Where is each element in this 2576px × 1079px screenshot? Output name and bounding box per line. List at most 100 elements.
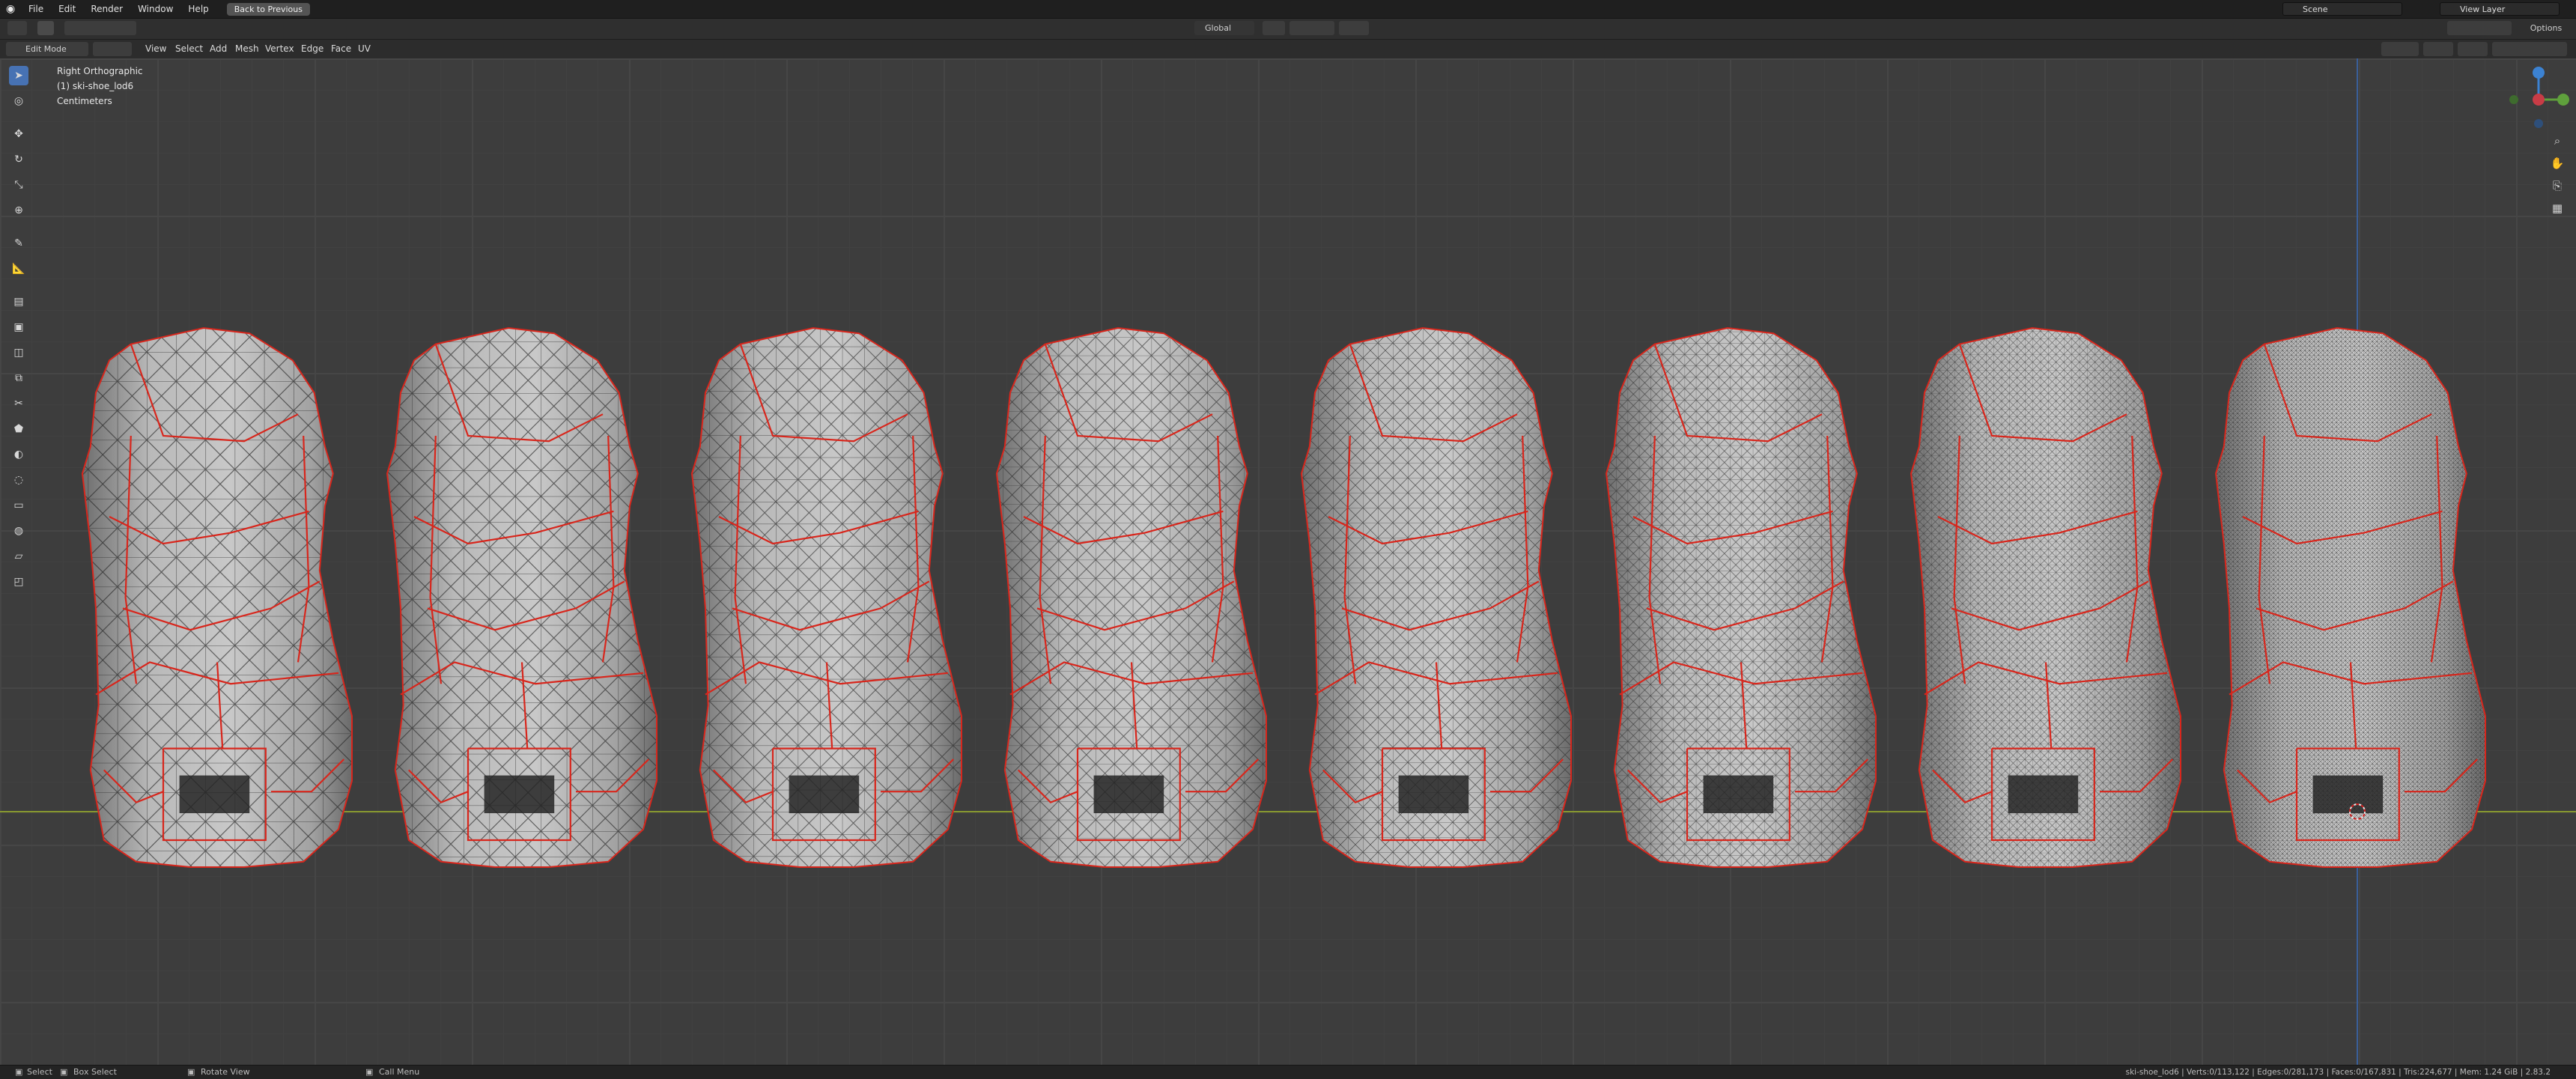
- status-call-menu: Call Menu: [379, 1067, 420, 1077]
- select-box-modes[interactable]: [64, 21, 136, 35]
- move-icon[interactable]: ✥: [9, 124, 28, 144]
- navigation-gizmo[interactable]: [2501, 62, 2576, 137]
- gizmo-y-icon[interactable]: [2557, 94, 2569, 106]
- view-layer-selector[interactable]: View Layer: [2440, 2, 2560, 16]
- transform-icon[interactable]: ⊕: [9, 201, 28, 220]
- scale-icon[interactable]: ⤡: [9, 175, 28, 195]
- scene-label: Scene: [2303, 4, 2328, 14]
- mode-label: Edit Mode: [25, 44, 67, 54]
- tool-shelf: ➤ ◎ ✥ ↻ ⤡ ⊕ ✎ 📐 ▤ ▣ ◫ ⧉ ✂ ⬟ ◐ ◌ ▭ ◍ ▱ ◰: [9, 66, 33, 605]
- status-box-select: Box Select: [73, 1067, 117, 1077]
- shear-icon[interactable]: ▱: [9, 547, 28, 566]
- options-label: Options: [2530, 23, 2563, 33]
- shading-modes[interactable]: [2492, 42, 2567, 56]
- rotate-icon[interactable]: ↻: [9, 150, 28, 169]
- heel-slot: [484, 775, 555, 813]
- scene-selector[interactable]: Scene: [2282, 2, 2402, 16]
- shoe-mesh-lod3[interactable]: [995, 326, 1267, 868]
- menu-select[interactable]: Select: [175, 40, 203, 58]
- camera-icon[interactable]: ⎘: [2548, 176, 2567, 195]
- viewport-header: Edit Mode View Select Add Mesh Vertex Ed…: [0, 40, 2576, 58]
- view-object-types[interactable]: [2381, 42, 2419, 56]
- mouse-right-icon: ▣: [365, 1067, 374, 1077]
- menu-vertex[interactable]: Vertex: [265, 40, 294, 58]
- options-dropdown[interactable]: Options: [2522, 21, 2570, 35]
- shoe-mesh-lod2[interactable]: [690, 326, 962, 868]
- menu-add[interactable]: Add: [210, 40, 227, 58]
- scene-canvas: [0, 58, 2576, 1065]
- tool-settings-bar: Global Options: [0, 19, 2576, 40]
- grid-persp-icon[interactable]: ▦: [2548, 198, 2567, 218]
- edge-slide-icon[interactable]: ▭: [9, 496, 28, 515]
- cursor-select-icon[interactable]: ➤: [9, 66, 28, 85]
- xyz-mirror-buttons[interactable]: [2447, 21, 2512, 35]
- shrink-fatten-icon[interactable]: ◍: [9, 521, 28, 541]
- gizmo-z-icon[interactable]: [2533, 67, 2545, 79]
- gizmo-x-icon[interactable]: [2533, 94, 2545, 106]
- shoe-mesh-lod1[interactable]: [386, 326, 657, 868]
- blender-logo-icon[interactable]: ◉: [6, 3, 21, 15]
- overlay-toggle[interactable]: [2458, 42, 2488, 56]
- select-mode-button[interactable]: [37, 21, 54, 35]
- mouse-left-icon: ▣: [15, 1067, 23, 1077]
- select-element-modes[interactable]: [93, 42, 132, 56]
- shoe-mesh-lod4[interactable]: [1300, 326, 1572, 868]
- smooth-icon[interactable]: ◌: [9, 470, 28, 490]
- menu-face[interactable]: Face: [331, 40, 351, 58]
- menu-edge[interactable]: Edge: [301, 40, 323, 58]
- inset-icon[interactable]: ▣: [9, 317, 28, 337]
- annotate-icon[interactable]: ✎: [9, 234, 28, 253]
- top-menu-bar: ◉ File Edit Render Window Help Back to P…: [0, 0, 2576, 19]
- menu-mesh[interactable]: Mesh: [235, 40, 259, 58]
- shoe-mesh-lod5[interactable]: [1605, 326, 1877, 868]
- knife-icon[interactable]: ✂: [9, 394, 28, 413]
- extrude-icon[interactable]: ▤: [9, 292, 28, 311]
- status-select: Select: [27, 1067, 52, 1077]
- gizmo-toggle[interactable]: [2423, 42, 2453, 56]
- mouse-box-icon: ▣: [60, 1067, 68, 1077]
- menu-uv[interactable]: UV: [358, 40, 371, 58]
- menu-edit[interactable]: Edit: [51, 0, 83, 18]
- menu-window[interactable]: Window: [130, 0, 180, 18]
- heel-slot: [2008, 775, 2079, 813]
- poly-build-icon[interactable]: ⬟: [9, 419, 28, 439]
- menu-help[interactable]: Help: [180, 0, 216, 18]
- heel-slot: [179, 775, 250, 813]
- shoe-mesh-lod0[interactable]: [81, 326, 353, 868]
- transform-orientation-dropdown[interactable]: Global: [1194, 21, 1254, 35]
- view-layer-label: View Layer: [2460, 4, 2506, 14]
- back-to-previous-button[interactable]: Back to Previous: [226, 2, 310, 16]
- zoom-icon[interactable]: ⌕: [2548, 131, 2567, 151]
- snapping-button[interactable]: [1289, 21, 1334, 35]
- heel-slot: [1093, 775, 1164, 813]
- shoe-mesh-lod6[interactable]: [1910, 326, 2181, 868]
- mode-dropdown[interactable]: Edit Mode: [6, 42, 88, 56]
- scene-statistics: ski-shoe_lod6 | Verts:0/113,122 | Edges:…: [2125, 1068, 2551, 1077]
- view-name-label: Right Orthographic: [57, 66, 143, 76]
- shoe-mesh-lod7[interactable]: [2214, 326, 2486, 868]
- spin-icon[interactable]: ◐: [9, 445, 28, 464]
- mouse-middle-icon: ▣: [187, 1067, 195, 1077]
- pivot-point-button[interactable]: [1263, 21, 1285, 35]
- menu-file[interactable]: File: [21, 0, 51, 18]
- heel-slot: [1703, 775, 1774, 813]
- heel-slot: [1398, 775, 1469, 813]
- gizmo-neg-y-icon[interactable]: [2509, 95, 2518, 104]
- proportional-edit-button[interactable]: [1339, 21, 1369, 35]
- object-name-label: (1) ski-shoe_lod6: [57, 81, 134, 91]
- orientation-label: Global: [1205, 23, 1232, 33]
- menu-render[interactable]: Render: [83, 0, 130, 18]
- status-bar: ▣ Select ▣ Box Select ▣ Rotate View ▣ Ca…: [0, 1065, 2576, 1079]
- measure-icon[interactable]: 📐: [9, 259, 28, 279]
- menu-view[interactable]: View: [145, 40, 166, 58]
- 3d-viewport[interactable]: Right Orthographic (1) ski-shoe_lod6 Cen…: [0, 58, 2576, 1065]
- editor-type-button[interactable]: [7, 21, 27, 35]
- loop-cut-icon[interactable]: ⧉: [9, 368, 28, 388]
- rip-icon[interactable]: ◰: [9, 572, 28, 592]
- status-rotate-view: Rotate View: [201, 1067, 250, 1077]
- bevel-icon[interactable]: ◫: [9, 343, 28, 362]
- gizmo-neg-z-icon[interactable]: [2534, 119, 2543, 128]
- hand-pan-icon[interactable]: ✋: [2548, 154, 2567, 173]
- cursor-3d-icon[interactable]: ◎: [9, 91, 28, 111]
- units-label: Centimeters: [57, 96, 112, 106]
